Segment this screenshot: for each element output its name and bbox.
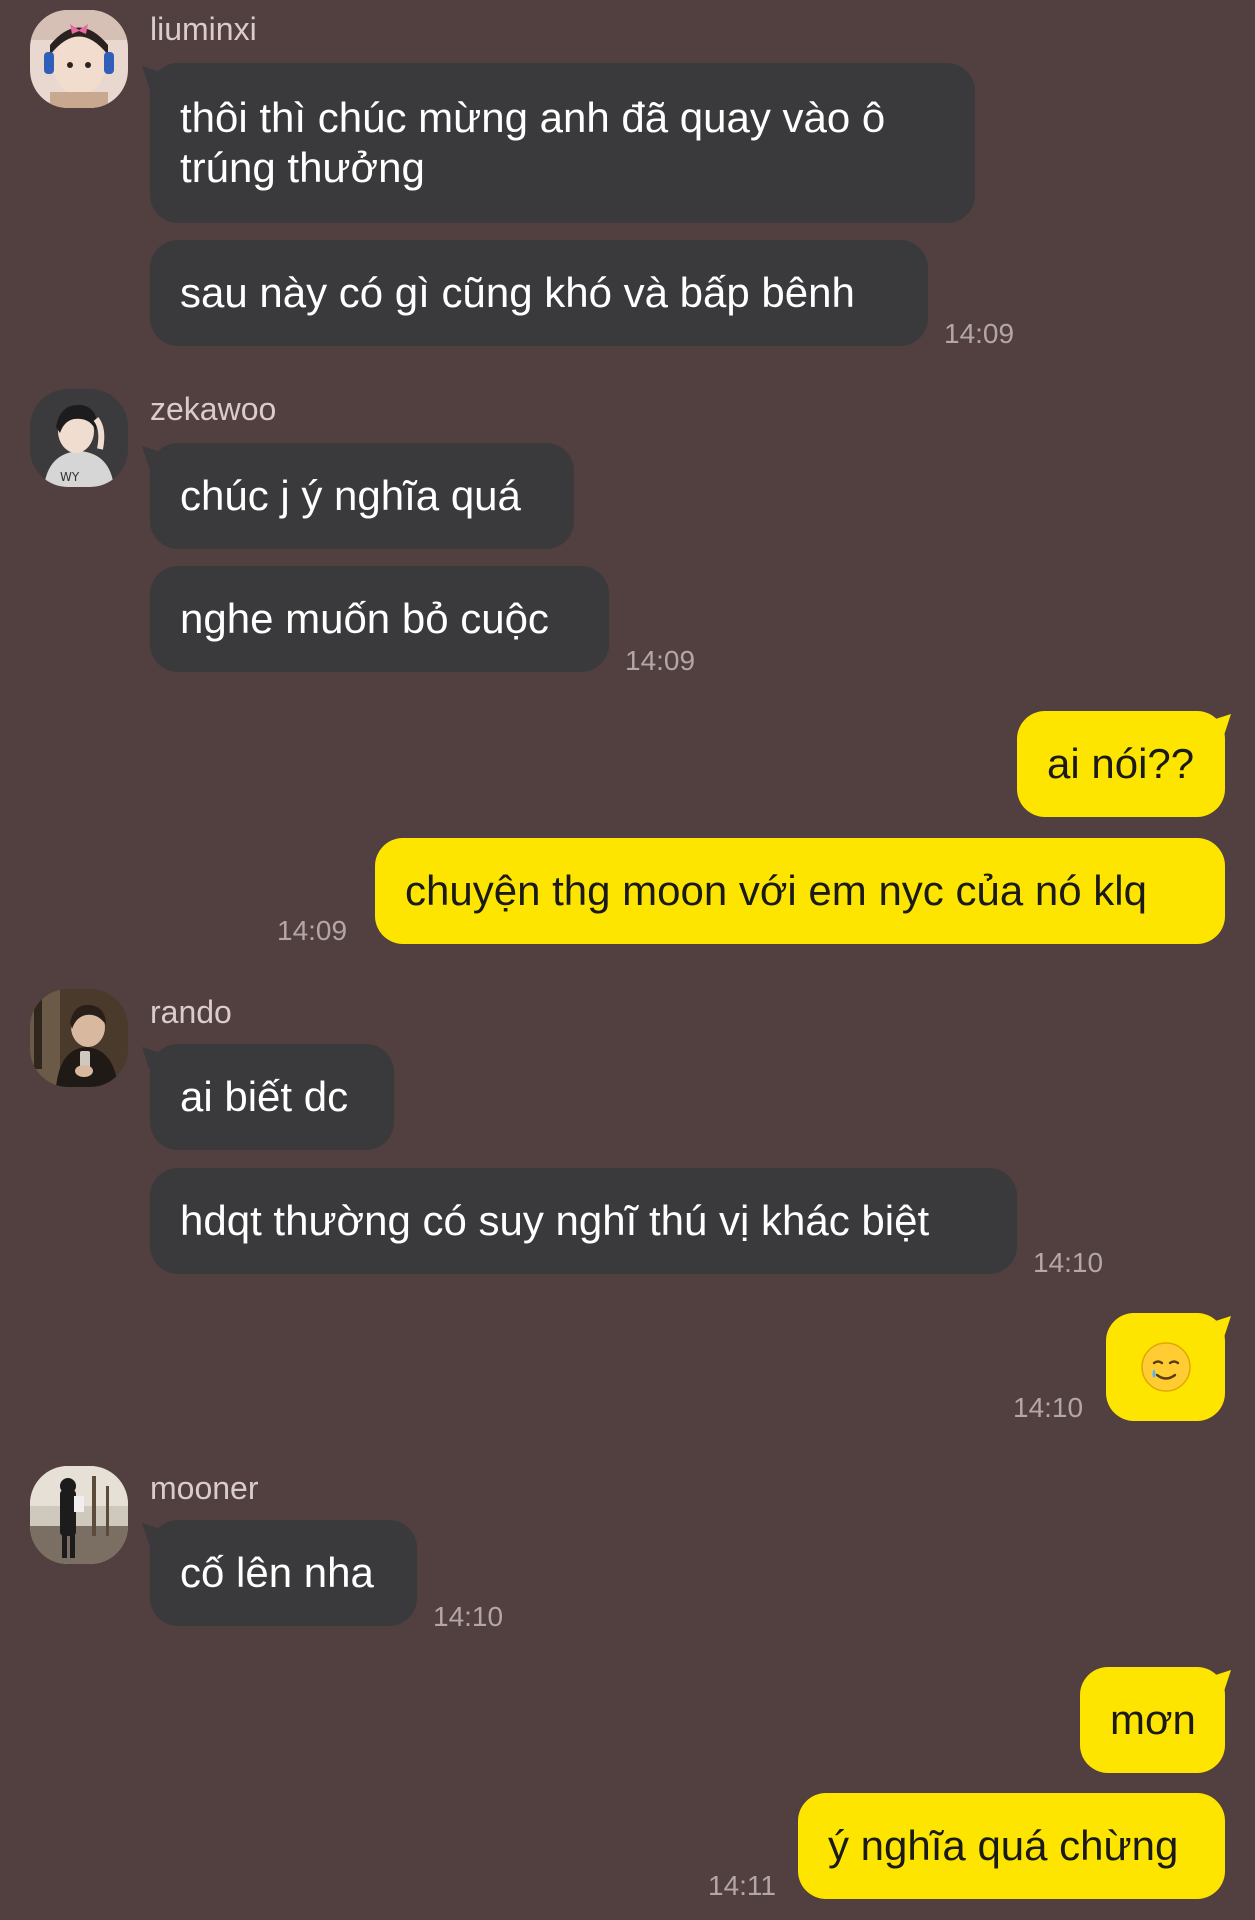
- avatar-zekawoo-image: WY: [30, 389, 128, 487]
- message-bubble-incoming[interactable]: hdqt thường có suy nghĩ thú vị khác biệt: [150, 1168, 1017, 1274]
- message-text: sau này có gì cũng khó và bấp bênh: [180, 269, 855, 316]
- message-timestamp: 14:10: [433, 1601, 504, 1632]
- message-text: ý nghĩa quá chừng: [828, 1822, 1179, 1869]
- message-bubble-incoming[interactable]: chúc j ý nghĩa quá: [150, 443, 574, 549]
- message-text: mơn: [1110, 1696, 1196, 1743]
- message-bubble-incoming[interactable]: sau này có gì cũng khó và bấp bênh: [150, 240, 928, 346]
- message-bubble-outgoing[interactable]: mơn: [1080, 1667, 1225, 1773]
- avatar-liuminxi[interactable]: [30, 10, 128, 108]
- sender-name-zekawoo: zekawoo: [150, 391, 277, 427]
- message-timestamp: 14:09: [625, 645, 696, 676]
- message-text: chuyện thg moon với em nyc của nó klq: [405, 867, 1147, 914]
- message-bubble-incoming[interactable]: nghe muốn bỏ cuộc: [150, 566, 609, 672]
- message-bubble-outgoing[interactable]: chuyện thg moon với em nyc của nó klq: [375, 838, 1225, 944]
- avatar-zekawoo[interactable]: WY: [30, 389, 128, 487]
- message-text: nghe muốn bỏ cuộc: [180, 595, 549, 642]
- message-text: ai nói??: [1047, 740, 1195, 787]
- message-bubble-incoming[interactable]: thôi thì chúc mừng anh đã quay vào ô trú…: [150, 63, 975, 223]
- message-bubble-outgoing[interactable]: 🥲: [1106, 1313, 1225, 1421]
- avatar-mooner-image: [30, 1466, 128, 1564]
- message-text: chúc j ý nghĩa quá: [180, 472, 521, 519]
- message-text: cố lên nha: [180, 1549, 374, 1596]
- smiling-face-with-tear-icon: [1140, 1342, 1191, 1392]
- avatar-rando-image: [30, 989, 128, 1087]
- message-text: ai biết dc: [180, 1073, 349, 1120]
- message-bubble-outgoing[interactable]: ý nghĩa quá chừng: [798, 1793, 1225, 1899]
- message-timestamp: 14:10: [1033, 1247, 1104, 1278]
- message-bubble-outgoing[interactable]: ai nói??: [1017, 711, 1225, 817]
- avatar-mooner[interactable]: [30, 1466, 128, 1564]
- message-text: hdqt thường có suy nghĩ thú vị khác biệt: [180, 1197, 930, 1244]
- message-timestamp: 14:09: [277, 915, 348, 946]
- message-timestamp: 14:11: [708, 1870, 776, 1901]
- avatar-liuminxi-image: [30, 10, 128, 108]
- message-timestamp: 14:09: [944, 318, 1015, 349]
- avatar-rando[interactable]: [30, 989, 128, 1087]
- message-timestamp: 14:10: [1013, 1392, 1084, 1423]
- message-bubble-incoming[interactable]: cố lên nha: [150, 1520, 417, 1626]
- sender-name-liuminxi: liuminxi: [150, 11, 257, 47]
- message-bubble-incoming[interactable]: ai biết dc: [150, 1044, 394, 1150]
- svg-text:WY: WY: [60, 470, 80, 484]
- sender-name-rando: rando: [150, 994, 232, 1030]
- sender-name-mooner: mooner: [150, 1470, 259, 1506]
- message-text: thôi thì chúc mừng anh đã quay vào ô trú…: [180, 94, 886, 191]
